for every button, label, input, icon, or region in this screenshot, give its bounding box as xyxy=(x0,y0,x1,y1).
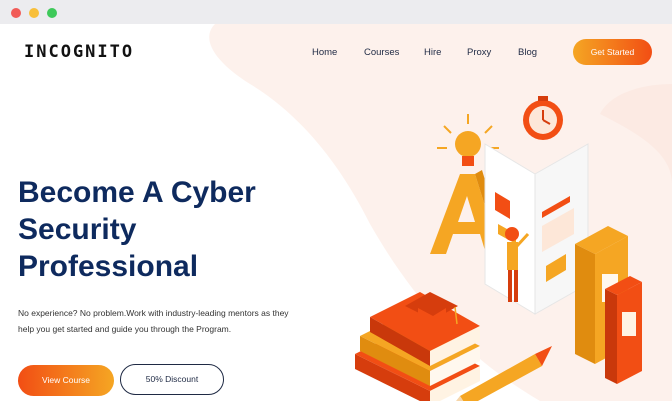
brand-logo[interactable]: INCOGNITO xyxy=(24,42,134,62)
nav-hire[interactable]: Hire xyxy=(424,47,441,58)
maximize-window-icon[interactable] xyxy=(47,8,57,18)
discount-button[interactable]: 50% Discount xyxy=(120,364,224,395)
hero-title: Become A Cyber Security Professional xyxy=(18,174,318,285)
hero-title-line: Security xyxy=(18,213,137,246)
hero-subtitle-line: No experience? No problem.Work with indu… xyxy=(18,308,289,318)
cyber-security-illustration xyxy=(355,96,642,401)
nav-blog[interactable]: Blog xyxy=(518,47,537,58)
minimize-window-icon[interactable] xyxy=(29,8,39,18)
nav-courses[interactable]: Courses xyxy=(364,47,399,58)
browser-titlebar xyxy=(0,0,672,24)
hero-title-line: Become A Cyber xyxy=(18,176,256,209)
clock-icon xyxy=(523,96,563,140)
close-window-icon[interactable] xyxy=(11,8,21,18)
nav-proxy[interactable]: Proxy xyxy=(467,47,491,58)
binders-icon xyxy=(575,226,642,384)
notebook-board xyxy=(484,143,589,315)
hero-title-line: Professional xyxy=(18,250,199,283)
nav-home[interactable]: Home xyxy=(312,47,337,58)
hero-subtitle: No experience? No problem.Work with indu… xyxy=(18,305,318,337)
hero-subtitle-line: help you get started and guide you throu… xyxy=(18,324,232,334)
get-started-button[interactable]: Get Started xyxy=(573,39,652,65)
landing-page: INCOGNITO Home Courses Hire Proxy Blog G… xyxy=(0,24,672,401)
view-course-button[interactable]: View Course xyxy=(18,365,114,396)
